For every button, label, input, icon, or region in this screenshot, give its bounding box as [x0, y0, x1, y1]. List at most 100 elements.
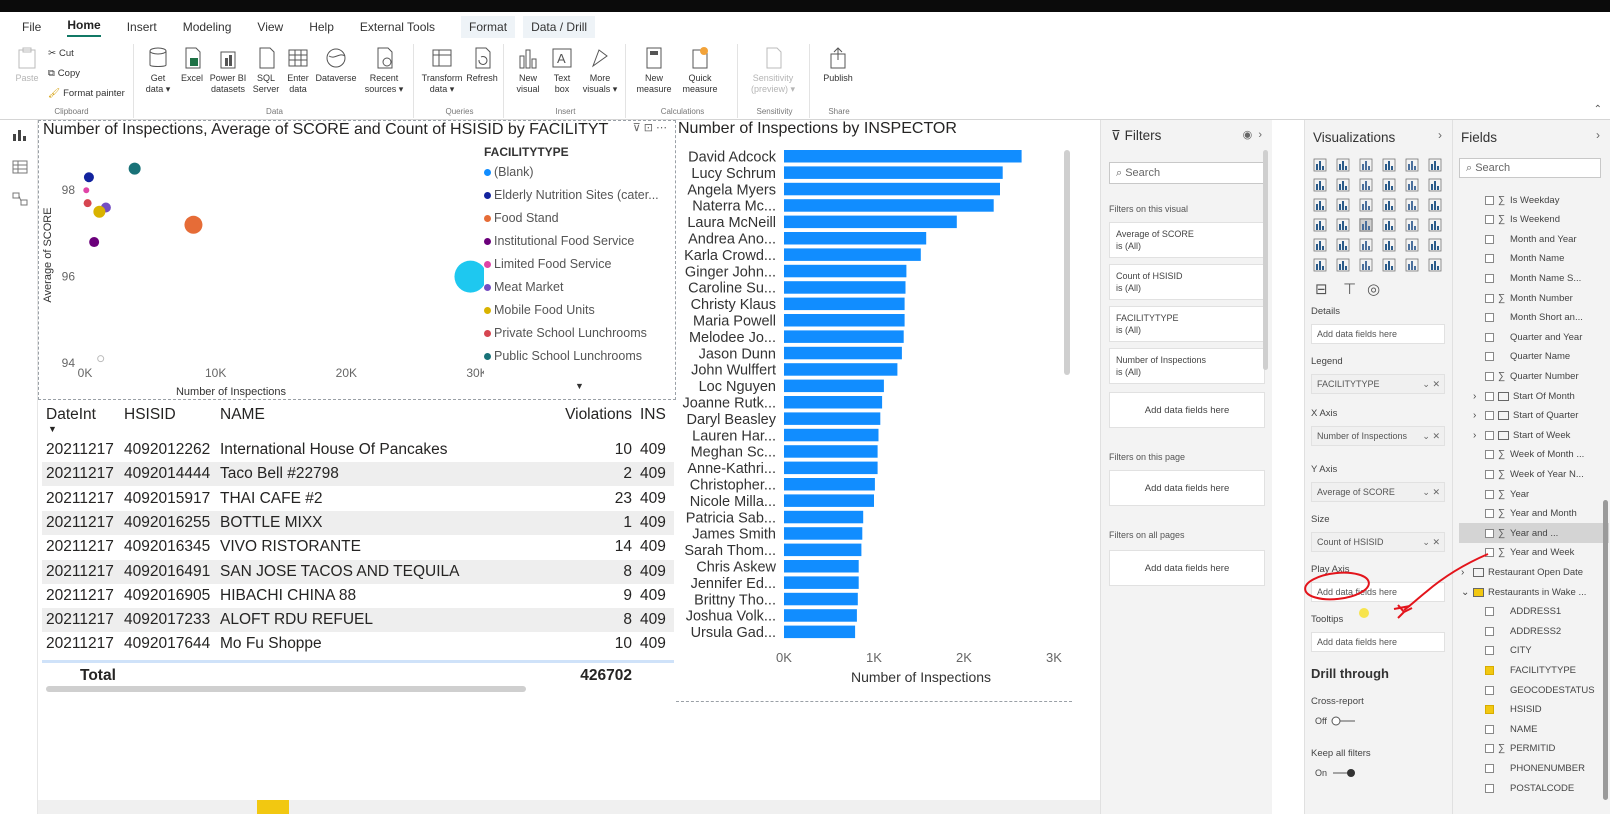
- new-measure-button[interactable]: New measure: [636, 46, 672, 95]
- table-row[interactable]: 20211217 4092015917 THAI CAFE #2 23 409: [42, 487, 674, 511]
- field-item[interactable]: Month Name: [1459, 249, 1609, 269]
- filter-card[interactable]: Average of SCORE is (All): [1109, 222, 1265, 258]
- field-checkbox[interactable]: [1485, 332, 1494, 342]
- field-item[interactable]: › Start Of Month: [1459, 386, 1609, 406]
- bar-chart-scrollbar[interactable]: [1064, 150, 1070, 375]
- sensitivity-button[interactable]: Sensitivity (preview) ▾: [748, 46, 798, 95]
- field-item[interactable]: › Start of Quarter: [1459, 406, 1609, 426]
- menu-insert[interactable]: Insert: [127, 20, 157, 34]
- well-field-controls[interactable]: ⌄ ✕: [1422, 537, 1440, 548]
- field-item[interactable]: HSISID: [1459, 700, 1609, 720]
- field-item[interactable]: FACILITYTYPE: [1459, 660, 1609, 680]
- well-field[interactable]: Average of SCORE ⌄ ✕: [1311, 482, 1445, 502]
- visual-type-icon[interactable]: [1428, 258, 1442, 272]
- table-row[interactable]: 20211217 4092012262 International House Of…: [42, 438, 674, 462]
- col-header-name[interactable]: NAME: [220, 406, 265, 424]
- visual-type-icon[interactable]: [1359, 158, 1373, 172]
- expand-chevron-icon[interactable]: ›: [1461, 567, 1471, 578]
- field-item[interactable]: Month and Year: [1459, 229, 1609, 249]
- report-view-icon[interactable]: [12, 128, 28, 142]
- fields-tab-icon[interactable]: ⊟: [1315, 280, 1328, 298]
- data-view-icon[interactable]: [12, 160, 28, 174]
- sql-server-button[interactable]: SQL Server: [250, 46, 282, 95]
- get-data-button[interactable]: Get data ▾: [142, 46, 174, 95]
- field-checkbox[interactable]: [1485, 665, 1494, 675]
- visual-type-icon[interactable]: [1313, 218, 1327, 232]
- more-options-icon[interactable]: ⋯: [656, 122, 667, 134]
- dataverse-button[interactable]: Dataverse: [314, 46, 358, 84]
- collapse-ribbon-icon[interactable]: ⌃: [1594, 104, 1602, 115]
- visual-type-icon[interactable]: [1336, 238, 1350, 252]
- field-item[interactable]: Month Name S...: [1459, 268, 1609, 288]
- field-item[interactable]: › Start of Week: [1459, 425, 1609, 445]
- col-header-violations[interactable]: Violations: [565, 406, 632, 424]
- publish-button[interactable]: Publish: [820, 46, 856, 84]
- excel-button[interactable]: Excel: [176, 46, 208, 84]
- table-row[interactable]: 20211217 4092016905 HIBACHI CHINA 88 9 409: [42, 584, 674, 608]
- filters-search-input[interactable]: ⌕ Search: [1109, 162, 1265, 184]
- all-pages-filter-drop-zone[interactable]: Add data fields here: [1109, 550, 1265, 586]
- keep-filters-toggle[interactable]: On: [1315, 768, 1357, 778]
- visual-type-icon[interactable]: [1405, 258, 1419, 272]
- visual-type-icon[interactable]: [1405, 218, 1419, 232]
- well-drop-zone[interactable]: Add data fields here: [1311, 632, 1445, 652]
- visual-type-icon[interactable]: [1359, 238, 1373, 252]
- visual-type-icon[interactable]: [1313, 158, 1327, 172]
- field-item[interactable]: ⌄ Restaurants in Wake ...: [1459, 582, 1609, 602]
- field-checkbox[interactable]: [1485, 469, 1494, 479]
- legend-item[interactable]: Meat Market: [484, 280, 563, 294]
- field-checkbox[interactable]: [1485, 548, 1494, 558]
- field-checkbox[interactable]: [1485, 371, 1494, 381]
- visual-type-icon[interactable]: [1336, 258, 1350, 272]
- collapse-fields-icon[interactable]: ›: [1596, 128, 1600, 142]
- visual-type-icon[interactable]: [1428, 198, 1442, 212]
- visual-type-icon[interactable]: [1405, 238, 1419, 252]
- table-row[interactable]: 20211217 4092017233 ALOFT RDU REFUEL 8 409: [42, 608, 674, 633]
- filter-icon[interactable]: ⊽: [633, 122, 641, 134]
- format-painter-button[interactable]: 🖌 Format painter: [48, 88, 125, 99]
- legend-item[interactable]: Private School Lunchrooms: [484, 326, 647, 340]
- quick-measure-button[interactable]: Quick measure: [678, 46, 722, 95]
- visual-type-icon[interactable]: [1382, 158, 1396, 172]
- visual-type-icon[interactable]: [1405, 178, 1419, 192]
- col-header-dateint[interactable]: DateInt: [46, 406, 96, 424]
- enter-data-button[interactable]: Enter data: [282, 46, 314, 95]
- visual-type-icon[interactable]: [1382, 238, 1396, 252]
- field-checkbox[interactable]: [1485, 744, 1494, 754]
- field-checkbox[interactable]: [1485, 293, 1494, 303]
- visual-type-icon[interactable]: [1336, 198, 1350, 212]
- col-header-ins[interactable]: INS: [640, 406, 674, 424]
- table-row[interactable]: 20211217 4092016345 VIVO RISTORANTE 14 409: [42, 535, 674, 559]
- well-field[interactable]: Number of Inspections ⌄ ✕: [1311, 426, 1445, 446]
- menu-format[interactable]: Format: [461, 16, 516, 38]
- scatter-visual[interactable]: Number of Inspections, Average of SCORE …: [38, 120, 676, 400]
- collapse-viz-icon[interactable]: ›: [1438, 128, 1442, 142]
- field-item[interactable]: ∑ Year: [1459, 484, 1609, 504]
- field-checkbox[interactable]: [1485, 450, 1494, 460]
- field-checkbox[interactable]: [1485, 607, 1494, 617]
- visual-type-icon[interactable]: [1359, 198, 1373, 212]
- table-visual[interactable]: DateInt HSISID NAME Violations INS ▼ 202…: [42, 404, 674, 694]
- legend-scroll-down-icon[interactable]: ▼: [575, 381, 584, 391]
- menu-view[interactable]: View: [257, 20, 283, 34]
- field-item[interactable]: ∑ Year and Month: [1459, 504, 1609, 524]
- visual-type-icon[interactable]: [1336, 158, 1350, 172]
- field-item[interactable]: POSTALCODE: [1459, 778, 1609, 798]
- field-checkbox[interactable]: [1485, 215, 1494, 225]
- collapse-filters-icon[interactable]: ›: [1258, 129, 1262, 141]
- expand-chevron-icon[interactable]: ›: [1473, 391, 1483, 402]
- visual-type-icon[interactable]: [1313, 238, 1327, 252]
- well-field-controls[interactable]: ⌄ ✕: [1422, 379, 1440, 390]
- filter-card[interactable]: FACILITYTYPE is (All): [1109, 306, 1265, 342]
- bar-chart-visual[interactable]: Number of Inspections by INSPECTOR David…: [676, 120, 1072, 702]
- fields-search-input[interactable]: ⌕ Search: [1459, 158, 1601, 178]
- field-item[interactable]: ∑ Year and Week: [1459, 543, 1609, 563]
- fields-scrollbar[interactable]: [1603, 500, 1608, 800]
- field-item[interactable]: ∑ Is Weekend: [1459, 210, 1609, 230]
- field-item[interactable]: ∑ Week of Month ...: [1459, 445, 1609, 465]
- visual-type-icon[interactable]: [1382, 258, 1396, 272]
- well-field-controls[interactable]: ⌄ ✕: [1422, 487, 1440, 498]
- legend-item[interactable]: (Blank): [484, 165, 534, 179]
- field-item[interactable]: ADDRESS2: [1459, 621, 1609, 641]
- table-row[interactable]: 20211217 4092014444 Taco Bell #22798 2 409: [42, 462, 674, 487]
